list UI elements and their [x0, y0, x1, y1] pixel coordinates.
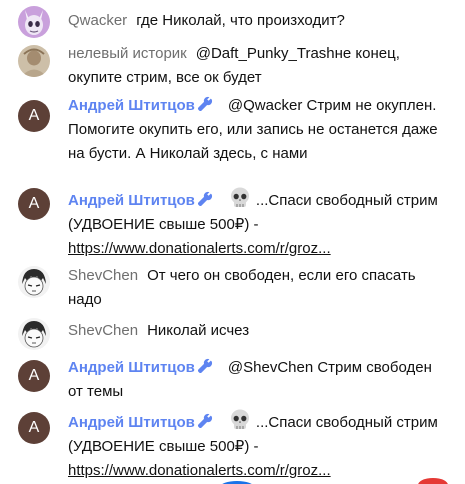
wrench-icon — [197, 413, 212, 429]
wrench-icon — [197, 191, 212, 207]
avatar[interactable]: А — [18, 360, 50, 392]
author-name[interactable]: Андрей Штитцов — [68, 413, 219, 431]
avatar[interactable] — [18, 266, 50, 298]
skull-icon — [230, 187, 249, 207]
author-name[interactable]: ShevChen — [68, 267, 138, 284]
author-name[interactable]: ShevChen — [68, 322, 138, 339]
author-name[interactable]: Андрей Штитцов — [68, 191, 219, 209]
avatar[interactable]: А — [18, 188, 50, 220]
author-name[interactable]: Андрей Штитцов — [68, 358, 219, 376]
wrench-icon — [197, 96, 212, 112]
donation-link[interactable]: https://www.donationalerts.com/r/groz... — [68, 462, 331, 479]
avatar[interactable]: А — [18, 100, 50, 132]
author-name[interactable]: нелевый историк — [68, 45, 187, 62]
message-text: Николай исчез — [147, 322, 250, 339]
wrench-icon — [197, 358, 212, 374]
live-chat: Qwacker где Николай, что произходит? неле… — [0, 0, 465, 484]
skull-icon — [230, 409, 249, 429]
author-name[interactable]: Андрей Штитцов — [68, 96, 219, 114]
avatar[interactable] — [18, 318, 50, 350]
message-text: где Николай, что произходит? — [136, 12, 345, 29]
avatar[interactable]: А — [18, 412, 50, 444]
author-name[interactable]: Qwacker — [68, 12, 127, 29]
avatar[interactable] — [18, 6, 50, 38]
donation-link[interactable]: https://www.donationalerts.com/r/groz... — [68, 240, 331, 257]
avatar[interactable] — [18, 45, 50, 77]
